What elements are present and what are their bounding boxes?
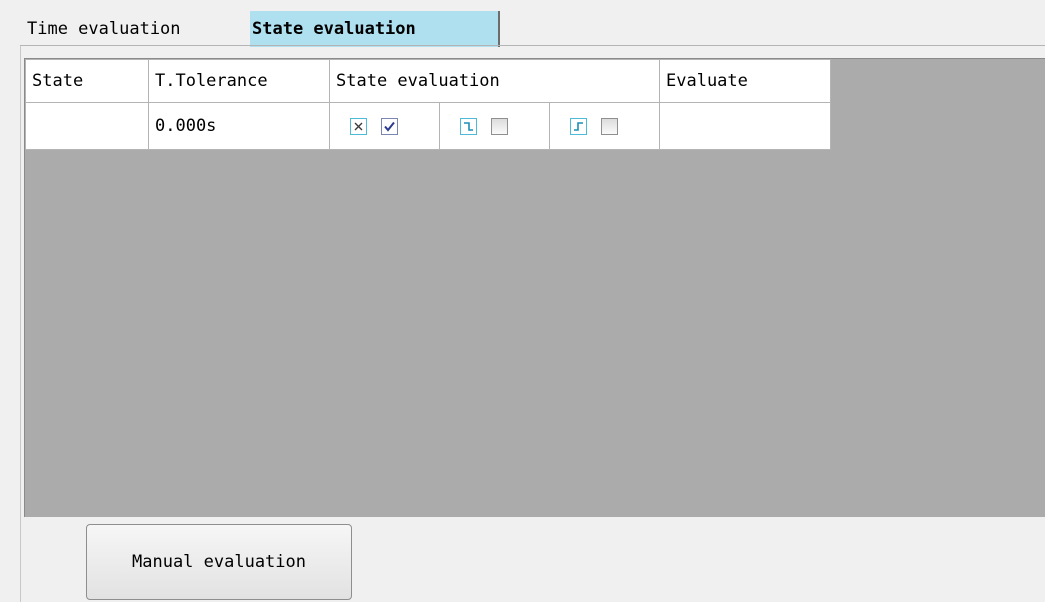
cell-state[interactable]: State1 — [25, 102, 149, 150]
tab-time-evaluation[interactable]: Time evaluation — [27, 11, 181, 47]
rising-edge-icon — [570, 117, 587, 135]
cell-flag-rising — [549, 102, 660, 150]
state-grid[interactable]: State T.Tolerance State evaluation Evalu… — [24, 58, 1045, 517]
x-icon — [350, 117, 367, 135]
table-row[interactable]: State1 0.000s — [25, 102, 831, 150]
header-row: State T.Tolerance State evaluation Evalu… — [25, 59, 831, 103]
tab-state-evaluation[interactable]: State evaluation — [250, 11, 500, 47]
tab-divider — [20, 45, 1045, 46]
flag-falling-checkbox[interactable] — [491, 117, 508, 135]
flag-rising-checkbox[interactable] — [601, 117, 618, 135]
panel-border — [20, 46, 21, 602]
header-state[interactable]: State — [25, 59, 149, 103]
tab-bar: Time evaluation State evaluation — [0, 0, 1045, 47]
header-state-evaluation[interactable]: State evaluation — [329, 59, 660, 103]
cell-tolerance[interactable]: 0.000s — [148, 102, 330, 150]
falling-edge-icon — [460, 117, 477, 135]
state-table: State T.Tolerance State evaluation Evalu… — [25, 59, 831, 150]
manual-evaluation-button[interactable]: Manual evaluation — [86, 524, 352, 600]
header-evaluate[interactable]: Evaluate — [659, 59, 831, 103]
cell-flag-x — [329, 102, 440, 150]
cell-evaluate[interactable] — [659, 102, 831, 150]
flag-x-checkbox[interactable] — [381, 117, 398, 135]
cell-flag-falling — [439, 102, 550, 150]
header-tolerance[interactable]: T.Tolerance — [148, 59, 330, 103]
